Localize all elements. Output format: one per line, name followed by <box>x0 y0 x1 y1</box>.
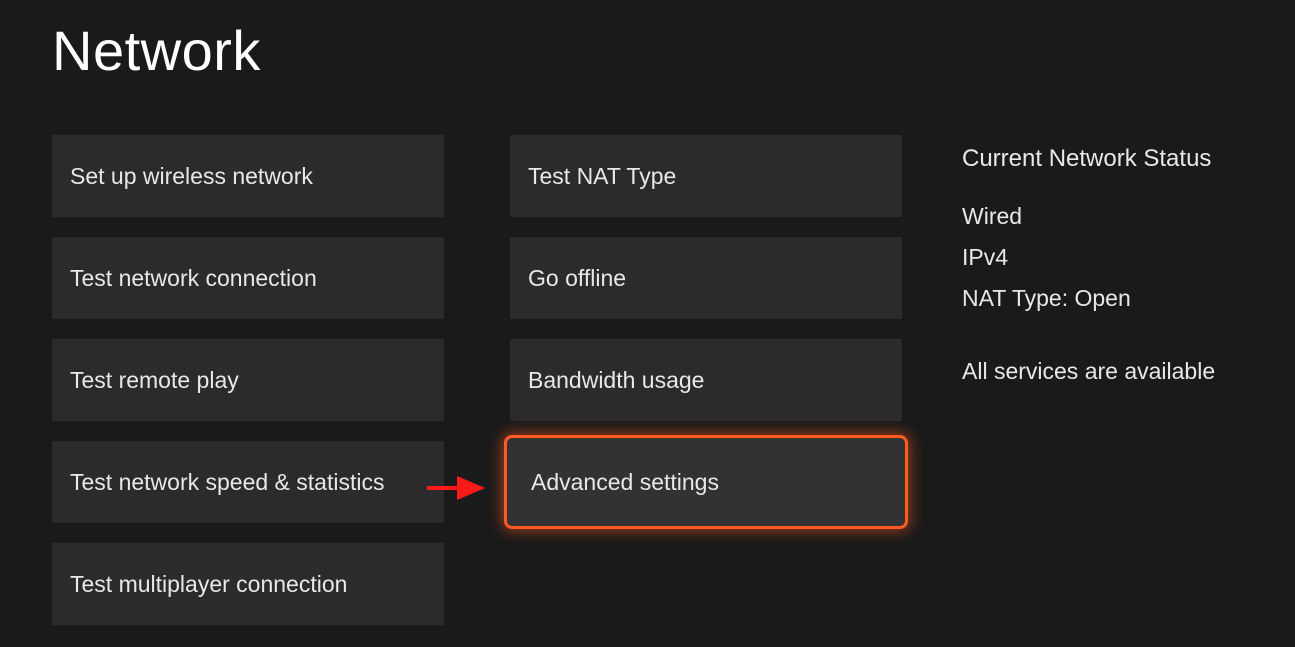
tile-label: Bandwidth usage <box>528 367 704 394</box>
status-nat-type: NAT Type: Open <box>962 285 1215 312</box>
content-area: Set up wireless network Test network con… <box>0 83 1295 625</box>
tile-label: Test remote play <box>70 367 239 394</box>
status-ip-version: IPv4 <box>962 244 1215 271</box>
tile-advanced-settings[interactable]: Advanced settings <box>504 435 908 529</box>
tile-label: Set up wireless network <box>70 163 313 190</box>
status-connection-type: Wired <box>962 203 1215 230</box>
tile-label: Test NAT Type <box>528 163 676 190</box>
tile-label: Advanced settings <box>531 469 719 496</box>
tile-columns: Set up wireless network Test network con… <box>52 135 902 625</box>
tile-label: Test network speed & statistics <box>70 469 384 496</box>
tile-test-nat[interactable]: Test NAT Type <box>510 135 902 217</box>
right-column: Test NAT Type Go offline Bandwidth usage… <box>510 135 902 625</box>
tile-label: Test network connection <box>70 265 317 292</box>
left-column: Set up wireless network Test network con… <box>52 135 444 625</box>
tile-test-connection[interactable]: Test network connection <box>52 237 444 319</box>
status-heading: Current Network Status <box>962 145 1215 173</box>
tile-label: Test multiplayer connection <box>70 571 347 598</box>
status-services: All services are available <box>962 358 1215 385</box>
tile-bandwidth[interactable]: Bandwidth usage <box>510 339 902 421</box>
status-panel: Current Network Status Wired IPv4 NAT Ty… <box>962 135 1215 625</box>
tile-go-offline[interactable]: Go offline <box>510 237 902 319</box>
tile-label: Go offline <box>528 265 626 292</box>
page-title: Network <box>0 0 1295 83</box>
tile-test-remote-play[interactable]: Test remote play <box>52 339 444 421</box>
tile-test-multiplayer[interactable]: Test multiplayer connection <box>52 543 444 625</box>
tile-setup-wireless[interactable]: Set up wireless network <box>52 135 444 217</box>
tile-test-speed[interactable]: Test network speed & statistics <box>52 441 444 523</box>
